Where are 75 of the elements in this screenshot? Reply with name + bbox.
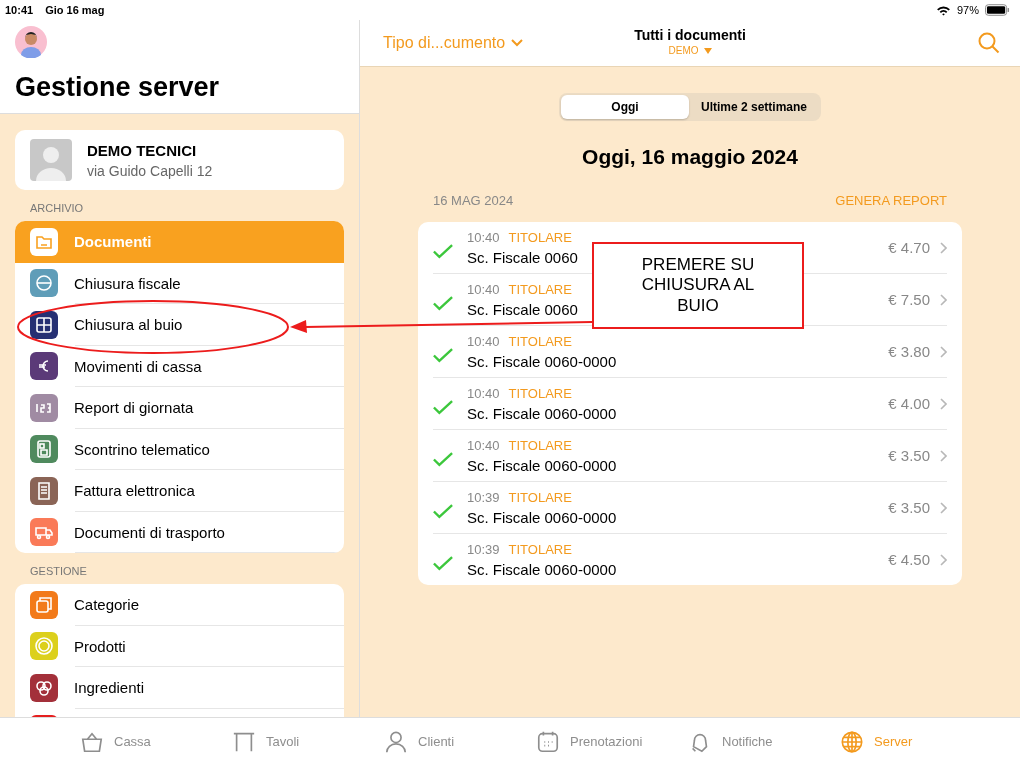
menu-item[interactable]: Documenti di trasporto xyxy=(15,511,344,553)
chevron-right-icon xyxy=(940,397,947,410)
document-name: Sc. Fiscale 0060-0000 xyxy=(467,560,617,578)
document-name: Sc. Fiscale 0060 xyxy=(467,248,578,266)
person-icon xyxy=(384,729,408,754)
document-time: 10:40 xyxy=(467,385,500,401)
document-amount: € 4.00 xyxy=(888,395,930,412)
menu-item[interactable]: Categorie xyxy=(15,584,344,626)
wifi-icon xyxy=(935,4,951,16)
document-operator: TITOLARE xyxy=(508,541,572,557)
document-operator: TITOLARE xyxy=(508,489,572,505)
user-placeholder-icon xyxy=(30,139,72,181)
document-time: 10:40 xyxy=(467,281,500,297)
section-header: GESTIONE xyxy=(29,564,88,579)
chevron-right-icon xyxy=(940,241,947,254)
document-operator: TITOLARE xyxy=(508,385,572,401)
menu-item[interactable]: Ingredienti xyxy=(15,667,344,709)
caret-icon xyxy=(703,47,712,54)
battery-icon xyxy=(985,4,1010,16)
segment-tab[interactable]: Oggi xyxy=(560,95,689,119)
status-date: Gio 16 mag xyxy=(45,4,105,16)
avatar-icon[interactable] xyxy=(15,26,47,58)
document-time: 10:40 xyxy=(467,229,500,245)
segment-tab[interactable]: Ultime 2 settimane xyxy=(688,95,819,119)
chevron-right-icon xyxy=(940,293,947,306)
document-amount: € 4.70 xyxy=(888,239,930,256)
document-name: Sc. Fiscale 0060-0000 xyxy=(467,508,617,526)
document-time: 10:40 xyxy=(467,333,500,349)
document-name: Sc. Fiscale 0060-0000 xyxy=(467,456,617,474)
calendar-icon xyxy=(536,729,560,754)
search-icon[interactable] xyxy=(978,32,1000,54)
document-operator: TITOLARE xyxy=(508,437,572,453)
annotation-callout: PREMERE SU CHIUSURA AL BUIO xyxy=(592,242,804,329)
document-operator: TITOLARE xyxy=(508,229,572,245)
document-name: Sc. Fiscale 0060 xyxy=(467,300,578,318)
document-time: 10:39 xyxy=(467,541,500,557)
document-row[interactable]: 10:39 TITOLARE Sc. Fiscale 0060-0000 € 4.50 xyxy=(433,534,947,585)
menu-item[interactable]: Chiusura al buio xyxy=(15,304,344,346)
document-amount: € 3.50 xyxy=(888,499,930,516)
document-amount: € 7.50 xyxy=(888,291,930,308)
profile-card[interactable]: DEMO TECNICI via Guido Capelli 12 xyxy=(15,130,344,190)
section-header: ARCHIVIO xyxy=(29,201,85,216)
document-time: 10:39 xyxy=(467,489,500,505)
document-operator: TITOLARE xyxy=(508,281,572,297)
chevron-right-icon xyxy=(940,345,947,358)
menu-item[interactable]: Movimenti di cassa xyxy=(15,345,344,387)
menu-item[interactable]: Scontrino telematico xyxy=(15,428,344,470)
profile-address: via Guido Capelli 12 xyxy=(87,162,213,179)
sidebar-title: Gestione server xyxy=(15,72,221,103)
status-time: 10:41 xyxy=(5,4,34,16)
document-row[interactable]: 10:40 TITOLARE Sc. Fiscale 0060-0000 € 4.00 xyxy=(433,378,947,430)
document-operator: TITOLARE xyxy=(508,333,572,349)
menu-item[interactable]: Prodotti xyxy=(15,625,344,667)
menu-item[interactable]: Fattura elettronica xyxy=(15,470,344,512)
battery-percent: 97% xyxy=(956,4,979,16)
chevron-right-icon xyxy=(940,449,947,462)
document-row[interactable]: 10:39 TITOLARE Sc. Fiscale 0060-0000 € 3.50 xyxy=(433,482,947,534)
chevron-right-icon xyxy=(940,553,947,566)
document-row[interactable]: 10:40 TITOLARE Sc. Fiscale 0060-0000 € 3.50 xyxy=(433,430,947,482)
chevron-down-icon xyxy=(511,39,524,47)
menu-item[interactable]: Report di giornata xyxy=(15,387,344,429)
document-name: Sc. Fiscale 0060-0000 xyxy=(467,404,617,422)
date-heading: Oggi, 16 maggio 2024 xyxy=(582,145,798,169)
chevron-right-icon xyxy=(940,501,947,514)
menu-item[interactable]: Chiusura fiscale xyxy=(15,262,344,304)
document-amount: € 3.80 xyxy=(888,343,930,360)
folder-icon xyxy=(30,227,58,256)
nav-title: Tutti i documenti xyxy=(634,27,746,43)
document-amount: € 4.50 xyxy=(888,551,930,568)
document-amount: € 3.50 xyxy=(888,447,930,464)
section-date: 16 MAG 2024 xyxy=(433,193,514,208)
profile-name: DEMO TECNICI xyxy=(87,141,198,159)
document-time: 10:40 xyxy=(467,437,500,453)
document-name: Sc. Fiscale 0060-0000 xyxy=(467,352,617,370)
globe-icon xyxy=(840,729,864,754)
